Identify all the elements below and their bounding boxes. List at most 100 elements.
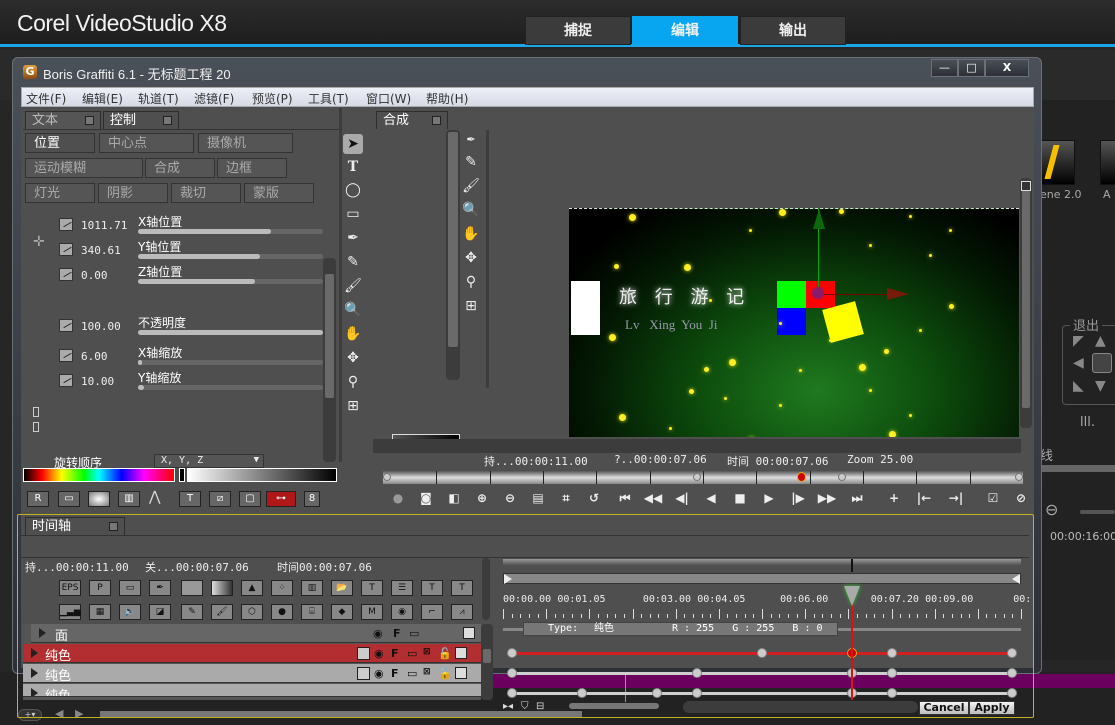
keyframe-point[interactable] xyxy=(887,668,897,678)
mask-icon[interactable]: ⊠ xyxy=(423,647,431,657)
timeline-overview-bar[interactable] xyxy=(503,559,1021,565)
title-text-pinyin[interactable]: Lv Xing You Ji xyxy=(625,317,717,333)
record-dot-icon[interactable]: ● xyxy=(388,490,408,506)
composite-scrollbar[interactable] xyxy=(446,130,460,380)
keyframe-point[interactable] xyxy=(692,668,702,678)
circle-mask-icon[interactable]: ◉ xyxy=(391,604,413,620)
subtab-camera[interactable]: 摄像机 xyxy=(198,133,293,153)
rectangle-tool-icon[interactable]: ▭ xyxy=(343,204,363,224)
center-fit-icon[interactable] xyxy=(1092,353,1112,373)
menu-window[interactable]: 窗口(W) xyxy=(366,90,411,107)
fill-rect-icon[interactable]: ▭ xyxy=(58,491,80,507)
timeline-zoom-slider[interactable] xyxy=(569,703,659,709)
rotate-axis-tool-2-icon[interactable]: ⚲ xyxy=(461,272,481,292)
text-tool-icon[interactable]: T xyxy=(343,157,363,177)
text-frame-icon[interactable]: T xyxy=(179,491,201,507)
lock-icon[interactable]: 🔓 xyxy=(438,647,452,660)
preview-hscrollbar[interactable] xyxy=(373,439,1021,453)
hand-tool-2-icon[interactable]: ✋ xyxy=(461,224,481,244)
property-slider[interactable] xyxy=(138,360,323,365)
keyframe-toggle-icon[interactable] xyxy=(59,268,73,281)
zoom-out-icon[interactable]: ⊖ xyxy=(1045,500,1058,519)
brush-tool-icon[interactable]: 🖌 xyxy=(343,276,363,296)
gradient-rect-icon[interactable] xyxy=(211,580,233,596)
menu-tools[interactable]: 工具(T) xyxy=(308,90,349,107)
y-axis-arrow-icon[interactable] xyxy=(813,209,825,229)
property-slider[interactable] xyxy=(138,254,323,259)
frame-icon[interactable]: ▢ xyxy=(239,491,261,507)
monitor-icon[interactable]: ▭ xyxy=(409,627,419,640)
pencil-object-icon[interactable]: ✎ xyxy=(181,604,203,620)
property-value[interactable]: 100.00 xyxy=(81,320,121,333)
anchor-point-icon[interactable] xyxy=(812,287,824,299)
skew-icon[interactable]: ⧄ xyxy=(209,491,231,507)
monitor-icon[interactable]: ▭ xyxy=(407,667,417,680)
keyframe-point[interactable] xyxy=(887,688,897,698)
keyframe-toggle-icon[interactable] xyxy=(59,349,73,362)
keyframe-point[interactable] xyxy=(1007,688,1017,698)
particles-icon[interactable]: ⁘ xyxy=(271,580,293,596)
tab-composite[interactable]: 合成 xyxy=(376,111,448,129)
move-axis-tool-icon[interactable]: ✥ xyxy=(343,348,363,368)
property-scrollbar[interactable] xyxy=(323,258,336,462)
hue-spectrum[interactable] xyxy=(23,468,175,482)
keyframe-toggle-icon[interactable] xyxy=(59,374,73,387)
prev-frame-icon[interactable]: ◀| xyxy=(672,490,692,506)
yellow-square-layer[interactable] xyxy=(822,301,864,343)
effect-thumbnail-2[interactable] xyxy=(1100,140,1115,185)
bar-chart-icon[interactable]: ▁▃▅ xyxy=(59,604,81,620)
preview-vscrollbar[interactable] xyxy=(1020,178,1032,428)
waveform-icon[interactable]: ⩘ xyxy=(451,604,473,620)
pen-tool-2-icon[interactable]: ✒ xyxy=(461,130,481,150)
color-swatch-black[interactable] xyxy=(179,468,185,482)
prev-keyframe-icon[interactable]: ◀◀ xyxy=(643,490,663,506)
play-icon[interactable]: ▶ xyxy=(759,490,779,506)
rotate-axis-tool-icon[interactable]: ⚲ xyxy=(343,372,363,392)
next-keyframe-icon[interactable]: ▶▶ xyxy=(817,490,837,506)
property-slider[interactable] xyxy=(138,279,323,284)
property-value[interactable]: 340.61 xyxy=(81,244,121,257)
disable-icon[interactable]: ⊘ xyxy=(1011,490,1031,506)
key-icon[interactable]: ⊶ xyxy=(266,491,296,507)
property-slider[interactable] xyxy=(138,330,323,335)
track-row-selected[interactable]: 纯色 ◉ F ▭ ⊠ 🔓 xyxy=(23,644,481,664)
filter-icon[interactable]: F xyxy=(391,667,399,680)
stop-icon[interactable]: ■ xyxy=(730,490,750,506)
effect-thumbnail[interactable] xyxy=(1040,140,1075,185)
sphere-icon[interactable]: ● xyxy=(271,604,293,620)
frame-rect-icon[interactable]: ▭ xyxy=(119,580,141,596)
go-start-icon[interactable]: ⏮ xyxy=(615,490,635,506)
arrow-down-left-icon[interactable]: ◣ xyxy=(1073,378,1084,394)
composite-scrollbar-thumb[interactable] xyxy=(448,132,458,347)
text-folder-icon[interactable]: T xyxy=(361,580,383,596)
tab-control[interactable]: 控制 xyxy=(103,111,179,129)
loop-icon[interactable]: ↺ xyxy=(584,490,604,506)
menu-preview[interactable]: 预览(P) xyxy=(252,90,293,107)
keyframe-point[interactable] xyxy=(577,688,587,698)
keyframe-point[interactable] xyxy=(507,648,517,658)
subtab-border[interactable]: 边框 xyxy=(217,158,287,178)
x-axis-handle[interactable] xyxy=(818,294,888,295)
hand-tool-icon[interactable]: ✋ xyxy=(343,324,363,344)
cylinder-icon[interactable]: ⌸ xyxy=(301,604,323,620)
title-text-cn[interactable]: 旅 行 游 记 xyxy=(619,283,750,309)
brush-object-icon[interactable]: 🖌 xyxy=(211,604,233,620)
property-value[interactable]: 0.00 xyxy=(81,269,108,282)
keyframe-point[interactable] xyxy=(1007,668,1017,678)
mark-in-icon[interactable]: |← xyxy=(914,490,934,506)
zoom-in-icon[interactable]: ⊕ xyxy=(472,490,492,506)
property-value[interactable]: 6.00 xyxy=(81,350,108,363)
move-axis-tool-2-icon[interactable]: ✥ xyxy=(461,248,481,268)
timeline-hscrollbar[interactable] xyxy=(683,701,918,713)
edit-icon[interactable] xyxy=(463,627,475,639)
eps-icon[interactable]: EPS xyxy=(59,580,81,596)
arrow-up-icon[interactable]: ▲ xyxy=(1095,333,1106,349)
playhead-handle-icon[interactable] xyxy=(844,586,860,606)
half-mode-icon[interactable]: ◧ xyxy=(444,490,464,506)
step-back-icon[interactable]: ◀ xyxy=(701,490,721,506)
tab-timeline[interactable]: 时间轴 xyxy=(25,517,125,535)
cube-icon[interactable]: ⬡ xyxy=(241,604,263,620)
white-rect-layer[interactable] xyxy=(571,281,600,335)
lock-icon[interactable]: 🔓 xyxy=(438,667,452,680)
render-check-icon[interactable]: ☑ xyxy=(983,490,1003,506)
